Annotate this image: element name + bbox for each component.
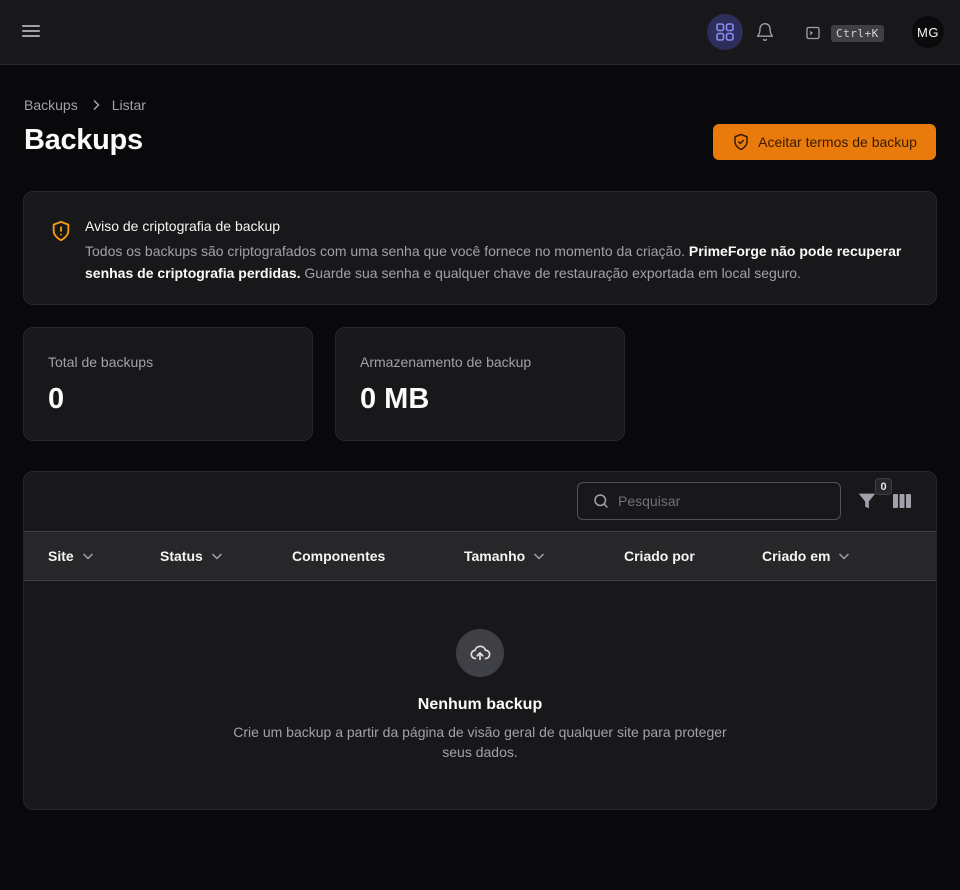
breadcrumb: Backups Listar [24, 97, 146, 113]
chevron-right-icon [92, 99, 100, 111]
notice-body-text: Todos os backups são criptografados com … [85, 243, 689, 259]
chevron-down-icon [82, 553, 93, 560]
filter-count-badge: 0 [875, 478, 892, 495]
empty-state-description: Crie um backup a partir da página de vis… [233, 724, 727, 760]
top-bar: Ctrl+K MG [0, 0, 960, 65]
notifications-button[interactable] [752, 19, 778, 45]
stat-card-total-backups: Total de backups 0 [23, 327, 313, 441]
table-header: Site Status Componentes Tamanho Criado p… [24, 531, 936, 581]
empty-state-title: Nenhum backup [417, 696, 543, 713]
column-header-label: Tamanho [464, 548, 526, 564]
chevron-down-icon [839, 553, 850, 560]
command-palette-button[interactable]: Ctrl+K [805, 23, 884, 43]
stat-value: 0 MB [360, 383, 430, 415]
chevron-down-icon [534, 553, 545, 560]
cloud-upload-icon [470, 645, 491, 661]
search-icon [594, 494, 608, 508]
terminal-icon [806, 26, 820, 40]
menu-icon[interactable] [22, 21, 46, 43]
apps-grid-button[interactable] [707, 14, 743, 50]
column-header-label: Criado por [624, 548, 695, 564]
backups-table: 0 Site Status Componentes Tamanho Criado… [23, 471, 937, 810]
shortcut-hint: Ctrl+K [831, 24, 884, 42]
encryption-notice: Aviso de criptografia de backup Todos os… [23, 191, 937, 305]
column-header-criado-por[interactable]: Criado por [624, 532, 695, 580]
accept-backup-terms-button[interactable]: Aceitar termos de backup [713, 124, 936, 160]
notice-body: Todos os backups são criptografados com … [85, 240, 915, 284]
search-input[interactable] [618, 493, 818, 509]
avatar[interactable]: MG [912, 16, 944, 48]
column-header-criado-em[interactable]: Criado em [762, 532, 850, 580]
shield-check-icon [734, 133, 748, 151]
search-box [577, 482, 841, 520]
page-title: Backups [24, 124, 143, 156]
empty-state-icon-wrapper [456, 629, 504, 677]
notice-body-text-end: Guarde sua senha e qualquer chave de res… [300, 265, 801, 281]
breadcrumb-item-listar[interactable]: Listar [112, 97, 146, 113]
stat-label: Armazenamento de backup [360, 354, 532, 370]
column-header-label: Status [160, 548, 203, 564]
shield-alert-icon [50, 220, 72, 247]
breadcrumb-item-backups[interactable]: Backups [24, 97, 78, 113]
stat-value: 0 [48, 383, 65, 415]
column-header-site[interactable]: Site [48, 532, 94, 580]
stat-label: Total de backups [48, 354, 154, 370]
column-header-label: Componentes [292, 548, 386, 564]
column-header-tamanho[interactable]: Tamanho [464, 532, 545, 580]
filter-icon[interactable] [856, 490, 878, 512]
column-header-label: Site [48, 548, 74, 564]
column-header-componentes[interactable]: Componentes [292, 532, 385, 580]
column-header-label: Criado em [762, 548, 831, 564]
notice-title: Aviso de criptografia de backup [85, 218, 281, 234]
chevron-down-icon [211, 553, 222, 560]
columns-icon[interactable] [892, 492, 912, 510]
accept-backup-terms-label: Aceitar termos de backup [758, 134, 917, 150]
column-header-status[interactable]: Status [160, 532, 223, 580]
bell-icon [756, 23, 774, 41]
stat-card-backup-storage: Armazenamento de backup 0 MB [335, 327, 625, 441]
grid-icon [716, 23, 734, 41]
